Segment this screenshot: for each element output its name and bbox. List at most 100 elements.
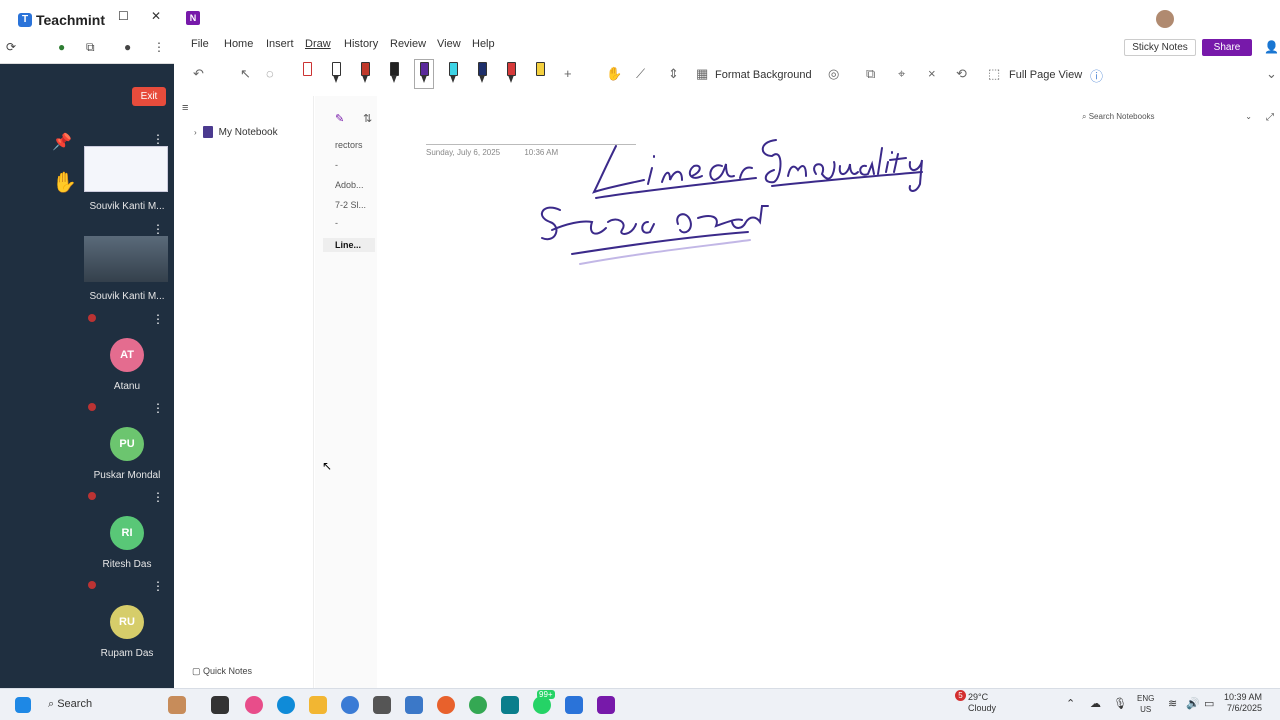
undo-icon[interactable]: ↶ [193,66,204,82]
pen-dark-icon[interactable] [387,62,401,86]
touch-draw-icon[interactable]: ✋ [606,66,622,82]
full-page-view-button[interactable]: Full Page View [1009,69,1082,81]
insert-space-icon[interactable]: ⇕ [668,66,679,82]
system-clock[interactable]: 10:39 AM 7/6/2025 [1224,692,1262,714]
help-icon[interactable]: ⓘ [1090,66,1103,85]
search-notebooks[interactable]: ⌕ Search Notebooks ⌄ [1082,112,1252,122]
ink-to-shape-icon[interactable]: ⧉ [866,66,875,82]
shapes-icon[interactable]: ◎ [828,66,839,82]
participant-tile[interactable]: ⋮ AT Atanu [84,310,170,394]
account-avatar[interactable] [1156,10,1174,28]
expand-icon[interactable]: ⤢ [1266,112,1274,123]
page-item[interactable]: 7-2 Sl... [335,200,366,210]
lasso-icon[interactable]: ◌ [266,66,274,81]
participant-tile-video[interactable]: ⋮ Souvik Kanti M... [84,220,170,304]
participant-tile[interactable]: ⋮ RU Rupam Das [84,577,170,661]
ink-to-text-icon[interactable]: ⌖ [898,66,905,82]
tray-chevron-icon[interactable]: ⌃ [1066,697,1075,710]
calculator-icon[interactable] [405,696,423,714]
mic-tray-icon[interactable]: 🎙 [1113,697,1127,710]
refresh-icon[interactable]: ⟳ [6,40,16,54]
copilot-icon[interactable] [245,696,263,714]
close-icon[interactable]: ✕ [151,9,161,23]
menu-view[interactable]: View [437,38,461,50]
more-icon[interactable]: ⋮ [152,402,164,414]
more-icon[interactable]: ⋮ [152,580,164,592]
notebook-item[interactable]: › My Notebook [194,126,278,138]
page-item[interactable]: Adob... [335,180,364,190]
puzzle-icon[interactable]: ⧉ [86,40,95,55]
menu-insert[interactable]: Insert [266,38,294,50]
page-item[interactable]: - [335,218,338,228]
menu-help[interactable]: Help [472,38,495,50]
page-item-active[interactable]: Line... [323,238,376,252]
chrome-icon[interactable] [469,696,487,714]
page-item[interactable]: - [335,160,338,170]
battery-icon[interactable]: ▭ [1204,697,1214,710]
menu-draw[interactable]: Draw [305,38,331,50]
menu-history[interactable]: History [344,38,378,50]
camera-icon[interactable] [373,696,391,714]
pin-icon[interactable]: 📌 [52,132,72,152]
search-notebooks-input[interactable]: Search Notebooks [1089,112,1155,121]
participant-tile-screen[interactable]: ⋮ Souvik Kanti M... [84,130,170,214]
firefox-icon[interactable] [437,696,455,714]
collapse-ribbon-icon[interactable]: ⌄ [1266,66,1277,82]
onenote-taskbar-icon[interactable] [597,696,615,714]
file-explorer-icon[interactable] [309,696,327,714]
network-tray-icon[interactable]: ☁ [1090,697,1101,710]
select-icon[interactable]: ↖ [240,66,251,82]
more-icon[interactable]: ⋮ [152,313,164,325]
windows-start-icon[interactable] [15,697,31,713]
eraser-pen-icon[interactable] [300,62,314,86]
participant-tile[interactable]: ⋮ RI Ritesh Das [84,488,170,572]
task-view-icon[interactable] [211,696,229,714]
format-background-icon[interactable]: ▦ [696,66,708,82]
sort-icon[interactable]: ⇅ [363,112,372,125]
replay-icon[interactable]: ⟲ [956,66,967,82]
person-icon[interactable]: 👤 [1264,40,1279,54]
page-canvas[interactable]: Sunday, July 6, 2025 10:36 AM ⌕ Search N… [376,96,1280,688]
exit-button[interactable]: Exit [132,87,166,106]
ruler-icon[interactable]: ⟋ [636,66,645,82]
weather-widget[interactable]: 29°C Cloudy [968,692,996,714]
sticky-notes-button[interactable]: Sticky Notes [1124,39,1196,56]
raise-hand-icon[interactable]: ✋ [52,170,77,195]
format-background-button[interactable]: Format Background [715,69,812,81]
menu-home[interactable]: Home [224,38,253,50]
volume-icon[interactable]: 🔊 [1186,697,1200,710]
participant-tile[interactable]: ⋮ PU Puskar Mondal [84,399,170,483]
highlighter-cyan-icon[interactable] [446,62,460,86]
edge-icon[interactable] [277,696,295,714]
maximize-icon[interactable]: ☐ [118,9,129,23]
more-icon[interactable]: ⋮ [152,223,164,235]
pen-black-icon[interactable] [329,62,343,86]
teachmint-taskbar-icon[interactable] [565,696,583,714]
language-indicator[interactable]: ENG US [1137,693,1154,715]
quick-notes[interactable]: ▢ Quick Notes [192,666,252,677]
share-button[interactable]: Share [1202,39,1252,56]
chevron-down-icon[interactable]: ⌄ [1245,112,1252,121]
wifi-icon[interactable]: ≋ [1168,697,1177,710]
new-page-icon[interactable]: ✎ [335,112,344,125]
menu-review[interactable]: Review [390,38,426,50]
more-icon[interactable]: ⋮ [152,133,164,145]
taskbar-search[interactable]: ⌕ Search [48,698,92,711]
menu-file[interactable]: File [191,38,209,50]
app-teal-icon[interactable] [501,696,519,714]
more-icon[interactable]: ⋮ [153,40,165,54]
pen-red2-icon[interactable] [504,62,518,86]
pen-red-icon[interactable] [358,62,372,86]
more-icon[interactable]: ⋮ [152,491,164,503]
app-icon[interactable] [341,696,359,714]
full-page-view-icon[interactable]: ⬚ [988,66,1000,82]
pen-purple-icon[interactable] [414,59,434,89]
widget-icon[interactable] [168,696,186,714]
add-pen-icon[interactable]: + [564,66,572,81]
profile-icon[interactable]: ● [124,40,131,54]
highlighter-yellow-icon[interactable] [533,62,547,86]
ink-math-icon[interactable]: × [928,66,936,81]
extension-icon[interactable]: ● [58,40,65,54]
pen-navy-icon[interactable] [475,62,489,86]
page-item[interactable]: rectors [335,140,363,150]
